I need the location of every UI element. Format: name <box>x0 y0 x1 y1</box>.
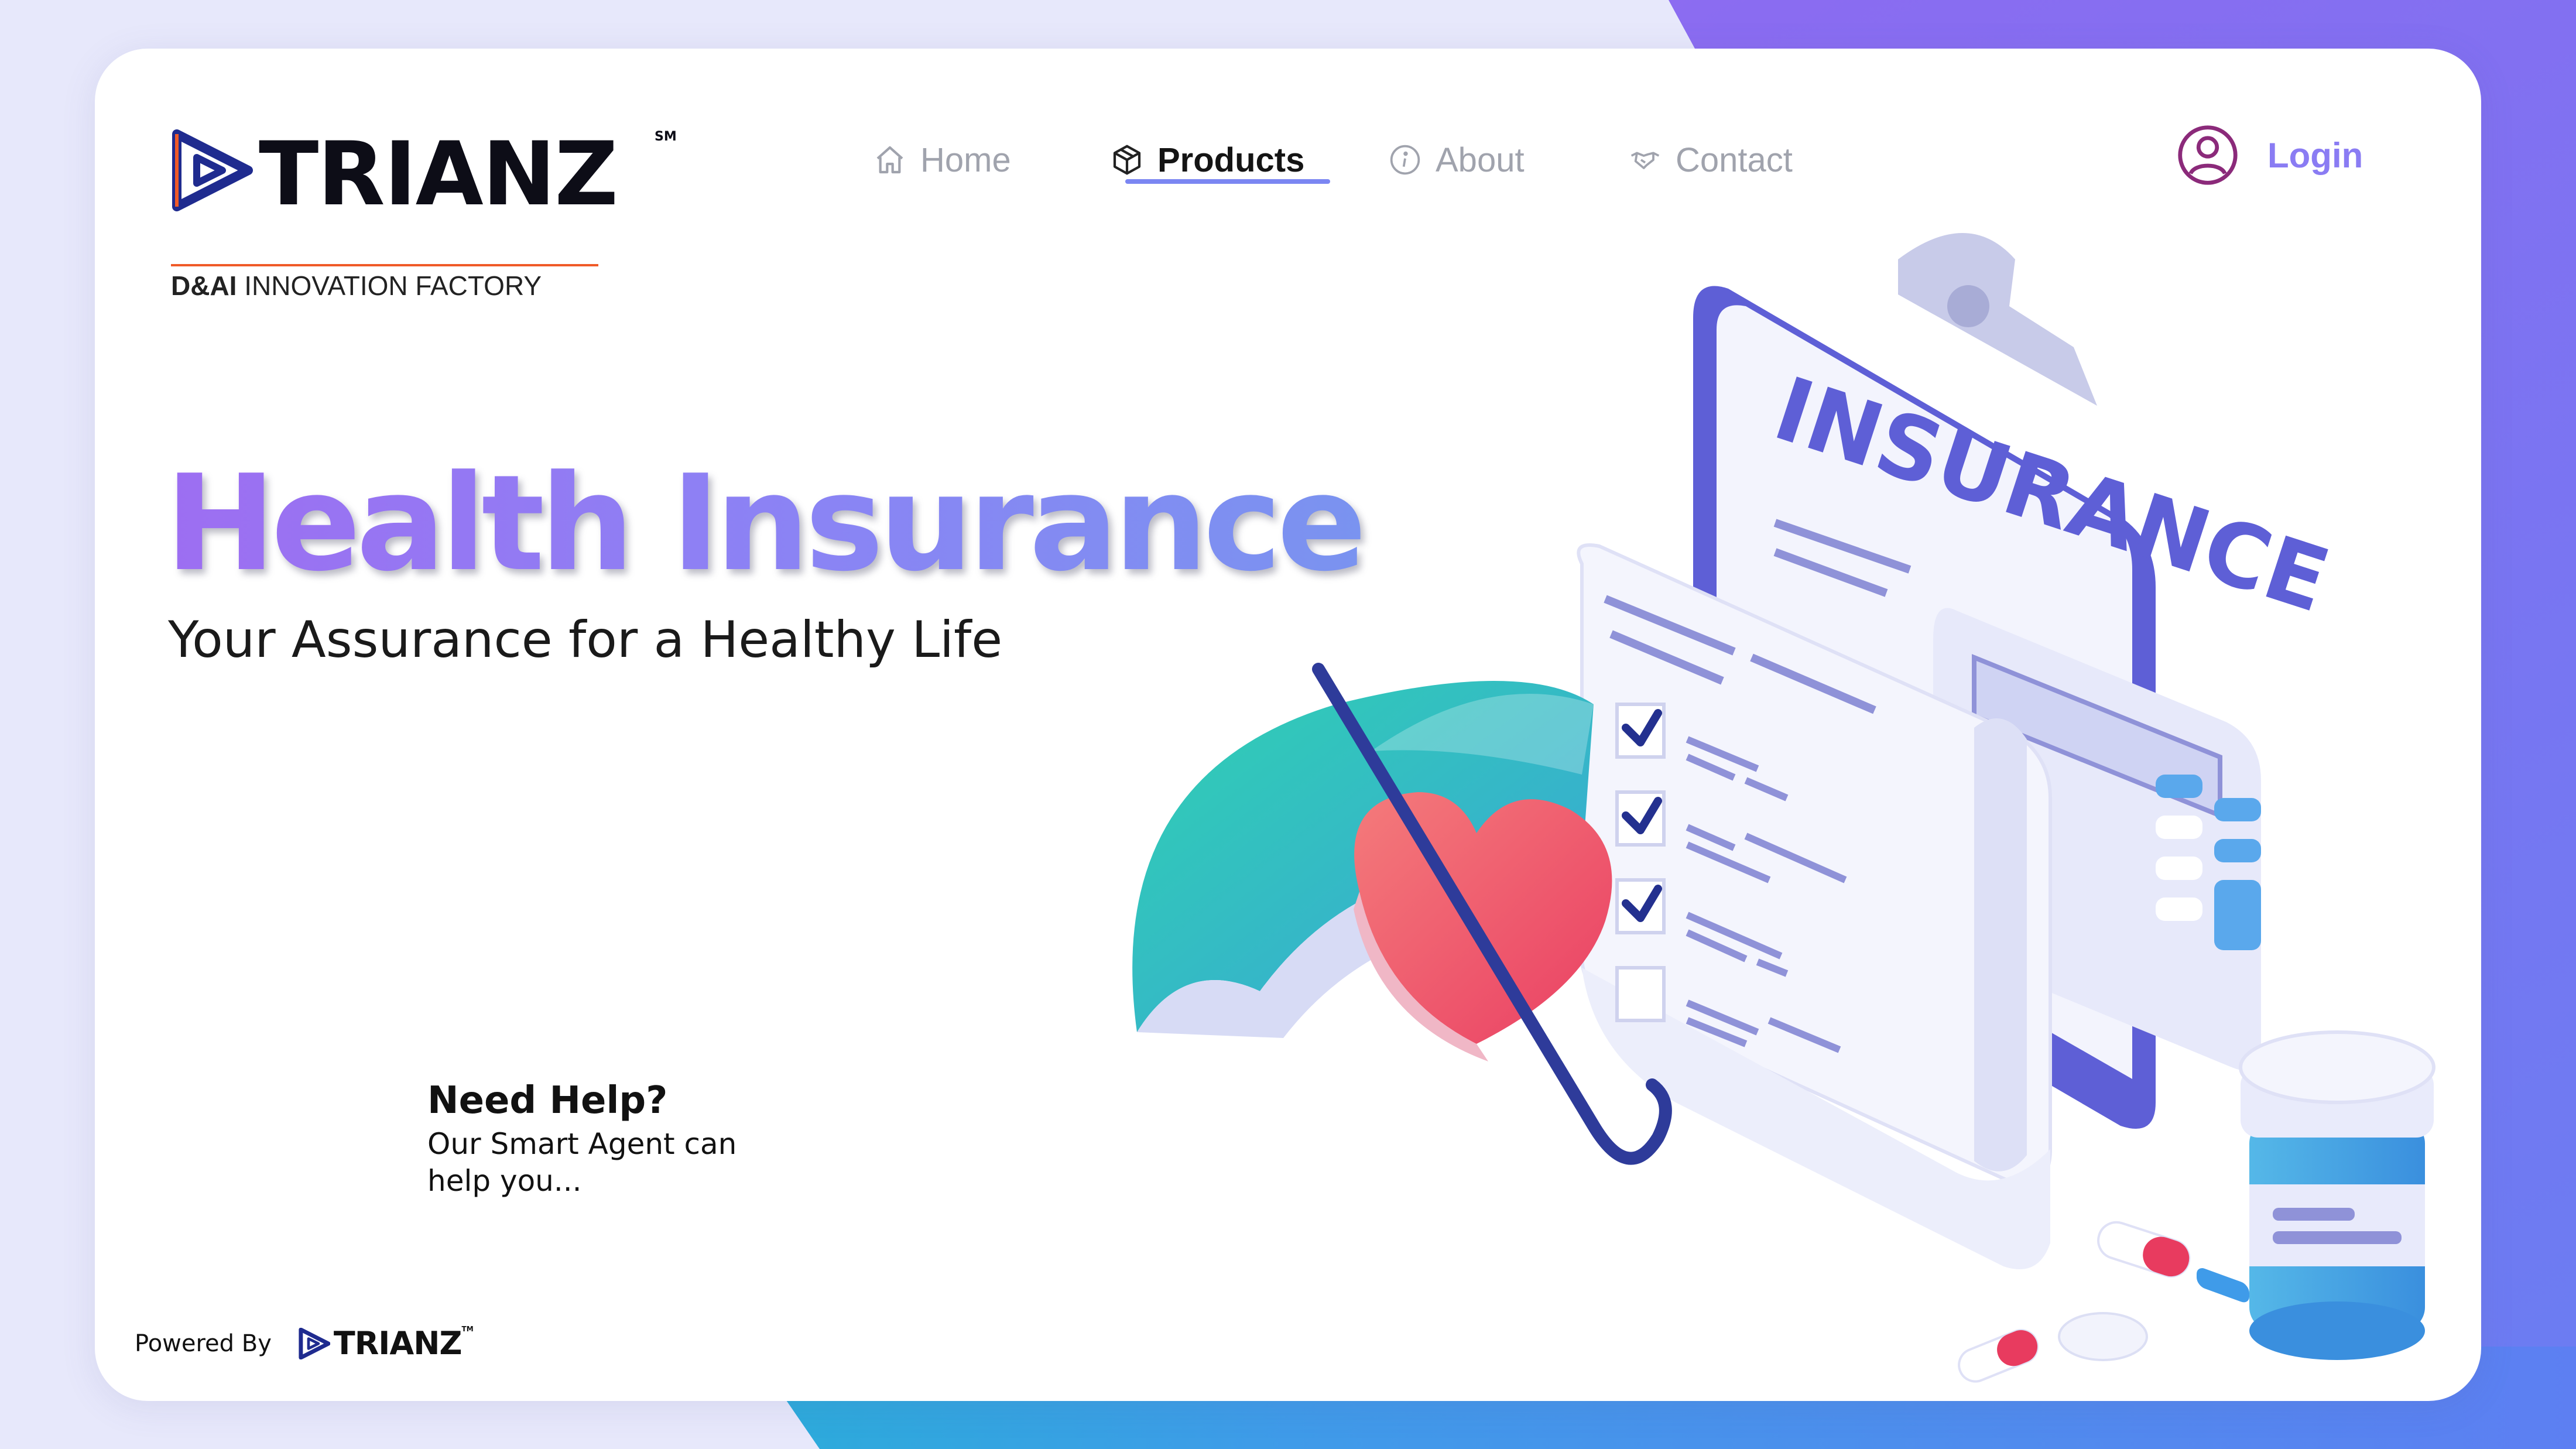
nav-about[interactable]: About <box>1389 125 1525 195</box>
nav-contact-label: Contact <box>1676 141 1793 179</box>
footer-brand-logo[interactable]: TRIANZ TM <box>299 1325 474 1362</box>
footer-brand-tm: TM <box>461 1325 474 1333</box>
trianz-mark-icon <box>172 129 253 211</box>
powered-by: Powered By TRIANZ TM <box>135 1325 474 1362</box>
nav-home[interactable]: Home <box>873 125 1011 195</box>
nav-about-label: About <box>1436 141 1525 179</box>
brand-divider <box>171 264 598 266</box>
nav-products[interactable]: Products <box>1111 125 1304 195</box>
login-button[interactable]: Login <box>2176 114 2363 196</box>
hero-subtitle: Your Assurance for a Healthy Life <box>168 611 1003 669</box>
help-title: Need Help? <box>427 1079 668 1122</box>
nav-home-label: Home <box>920 141 1011 179</box>
smart-agent-help[interactable]: Need Help? Our Smart Agent can help you.… <box>427 1079 790 1199</box>
heart-graphic <box>1354 792 1612 1061</box>
main-card: TRIANZ SM D&AI INNOVATION FACTORY Home P… <box>95 49 2481 1401</box>
user-icon <box>2178 125 2238 185</box>
nav-products-label: Products <box>1157 141 1305 179</box>
help-body: Our Smart Agent can help you... <box>427 1127 737 1198</box>
brand-tagline-rest: INNOVATION FACTORY <box>237 270 542 301</box>
info-icon <box>1390 145 1420 175</box>
box-icon <box>1113 145 1141 175</box>
nav-contact[interactable]: Contact <box>1629 125 1793 195</box>
brand-sm-mark: SM <box>655 129 677 144</box>
trianz-mark-icon <box>299 1327 330 1359</box>
handshake-icon <box>1630 152 1660 169</box>
login-label: Login <box>2267 135 2363 175</box>
powered-by-label: Powered By <box>135 1330 272 1357</box>
footer-brand-name: TRIANZ <box>333 1325 463 1362</box>
home-icon <box>876 146 903 174</box>
insurance-illustration: INSURANCE <box>1132 233 2435 1383</box>
medicine-bottle-graphic <box>2239 1030 2435 1360</box>
brand-name: TRIANZ <box>259 124 618 225</box>
brand-tagline: D&AI INNOVATION FACTORY <box>171 270 542 302</box>
brand-tagline-bold: D&AI <box>171 270 237 301</box>
brand-logo[interactable]: TRIANZ SM D&AI INNOVATION FACTORY <box>171 124 677 305</box>
nav-active-underline <box>1125 179 1330 184</box>
